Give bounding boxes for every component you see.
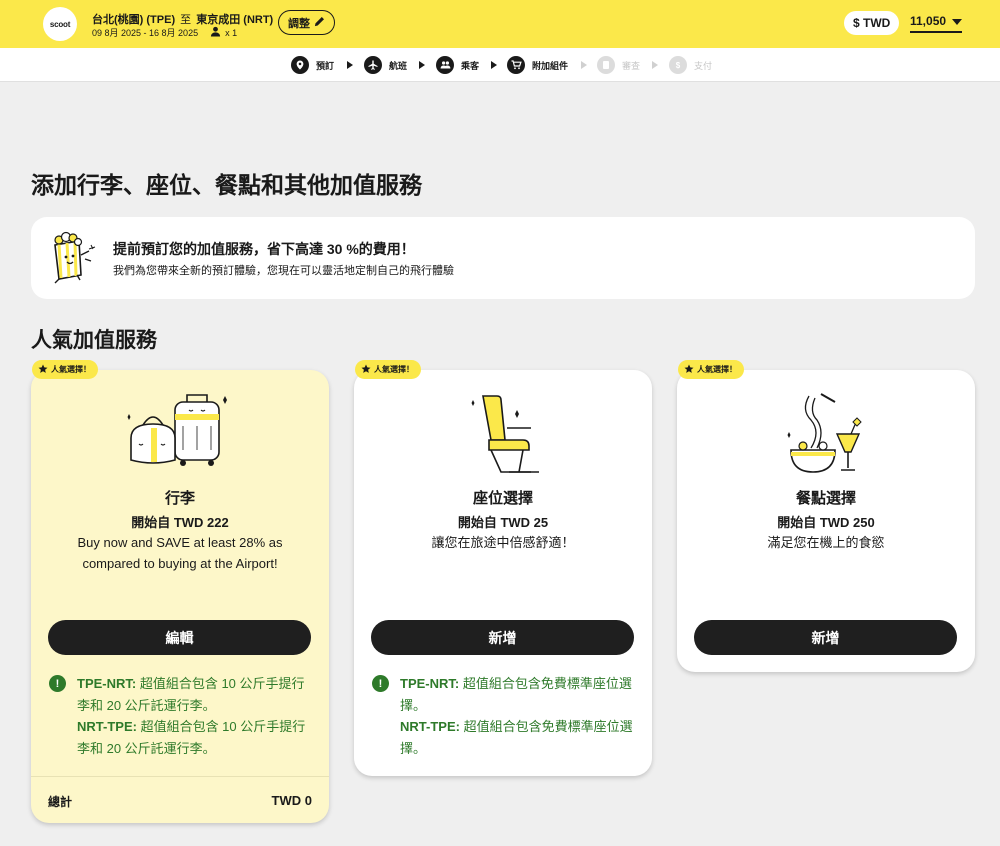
origin-label: 台北(桃園) (TPE)	[92, 14, 176, 26]
step-flight[interactable]: 航班	[364, 56, 407, 74]
step-payment: $ 支付	[669, 56, 712, 74]
step-booking[interactable]: 預訂	[291, 56, 334, 74]
exclamation-icon: !	[372, 675, 389, 692]
adjust-label: 調整	[288, 17, 310, 30]
total-price-dropdown[interactable]: 11,050	[910, 14, 963, 33]
section-title: 人氣加值服務	[31, 329, 157, 352]
passenger-count: x 1	[225, 27, 238, 38]
badge-label: 人氣選擇！	[697, 365, 737, 374]
pencil-icon	[314, 16, 325, 30]
star-icon	[38, 364, 48, 376]
seat-icon	[453, 392, 553, 483]
route-code: TPE-NRT:	[400, 676, 460, 691]
route-separator: 至	[180, 14, 192, 26]
currency-selector[interactable]: $ TWD	[844, 11, 900, 35]
route-code: NRT-TPE:	[77, 719, 137, 734]
card-price: 開始自 TWD 250	[777, 515, 875, 530]
card-title: 行李	[164, 490, 195, 507]
step-arrow-icon	[419, 61, 425, 69]
card-description: 讓您在旅途中倍感舒適！	[431, 535, 575, 550]
total-price-value: 11,050	[910, 14, 947, 28]
dollar-icon: $	[669, 56, 687, 74]
destination-label: 東京成田 (NRT)	[196, 14, 274, 26]
page-title: 添加行李、座位、餐點和其他加值服務	[31, 172, 422, 198]
adjust-button[interactable]: 調整	[278, 10, 335, 35]
chevron-down-icon	[952, 14, 963, 28]
step-review: 審查	[597, 56, 640, 74]
step-passenger[interactable]: 乘客	[436, 56, 479, 74]
meal-card: 餐點選擇 開始自 TWD 250 滿足您在機上的食慾 新增	[677, 370, 975, 672]
trip-dates: 09 8月 2025 - 16 8月 2025 x 1	[92, 26, 237, 39]
card-description: Buy now and SAVE at least 28% as compare…	[77, 535, 283, 571]
people-icon	[436, 56, 454, 74]
bundle-info-text: TPE-NRT: 超值組合包含免費標準座位選擇。 NRT-TPE: 超值組合包含…	[400, 673, 640, 759]
badge-label: 人氣選擇！	[51, 365, 91, 374]
person-icon	[210, 26, 221, 39]
card-price: 開始自 TWD 25	[457, 515, 549, 530]
step-arrow-icon	[491, 61, 497, 69]
date-range: 09 8月 2025 - 16 8月 2025	[92, 28, 199, 38]
add-seat-button[interactable]: 新增	[371, 620, 634, 655]
location-pin-icon	[291, 56, 309, 74]
route-summary: 台北(桃園) (TPE) 至 東京成田 (NRT)	[92, 11, 273, 27]
baggage-card: 行李 開始自 TWD 222 Buy now and SAVE at least…	[31, 370, 329, 823]
booking-steps: 預訂 航班 乘客 附加組件 審查 $ 支付	[0, 48, 1000, 82]
card-description: 滿足您在機上的食慾	[767, 535, 885, 550]
promo-subtitle: 我們為您帶來全新的預訂體驗，您現在可以靈活地定制自己的飛行體驗	[113, 265, 454, 277]
card-title: 餐點選擇	[795, 490, 856, 507]
popular-badge: 人氣選擇！	[32, 360, 98, 379]
divider	[31, 776, 329, 777]
top-header: scoot 台北(桃園) (TPE) 至 東京成田 (NRT) 09 8月 20…	[0, 0, 1000, 48]
svg-text:$: $	[676, 61, 681, 70]
document-icon	[597, 56, 615, 74]
star-icon	[684, 364, 694, 376]
route-code: NRT-TPE:	[400, 719, 460, 734]
total-value: TWD 0	[271, 793, 312, 808]
meal-icon	[781, 392, 871, 483]
promo-title: 提前預訂您的加值服務，省下高達 30 %的費用！	[113, 241, 415, 257]
card-title: 座位選擇	[472, 490, 533, 507]
popcorn-mascot-icon	[45, 229, 101, 290]
route-code: TPE-NRT:	[77, 676, 137, 691]
badge-label: 人氣選擇！	[374, 365, 414, 374]
luggage-icon	[125, 392, 235, 477]
edit-baggage-button[interactable]: 編輯	[48, 620, 311, 655]
step-label: 審查	[622, 60, 641, 71]
popular-badge: 人氣選擇！	[678, 360, 744, 379]
card-price: 開始自 TWD 222	[131, 515, 229, 530]
step-label: 附加組件	[532, 60, 569, 71]
total-label: 總計	[48, 795, 73, 809]
step-arrow-icon	[347, 61, 353, 69]
popular-badge: 人氣選擇！	[355, 360, 421, 379]
step-label: 航班	[389, 60, 408, 71]
promo-banner: 提前預訂您的加值服務，省下高達 30 %的費用！ 我們為您帶來全新的預訂體驗，您…	[31, 217, 975, 299]
step-label: 預訂	[316, 60, 335, 71]
step-label: 支付	[694, 60, 713, 71]
step-addons[interactable]: 附加組件	[507, 56, 568, 74]
seat-card: 座位選擇 開始自 TWD 25 讓您在旅途中倍感舒適！ 新增 ! TPE-NRT…	[354, 370, 652, 776]
step-arrow-icon	[581, 61, 587, 69]
add-meal-button[interactable]: 新增	[694, 620, 957, 655]
cart-icon	[507, 56, 525, 74]
exclamation-icon: !	[49, 675, 66, 692]
step-label: 乘客	[461, 60, 480, 71]
scoot-logo[interactable]: scoot	[43, 7, 77, 41]
plane-icon	[364, 56, 382, 74]
step-arrow-icon	[652, 61, 658, 69]
bundle-info-text: TPE-NRT: 超值組合包含 10 公斤手提行李和 20 公斤託運行李。 NR…	[77, 673, 317, 759]
star-icon	[361, 364, 371, 376]
